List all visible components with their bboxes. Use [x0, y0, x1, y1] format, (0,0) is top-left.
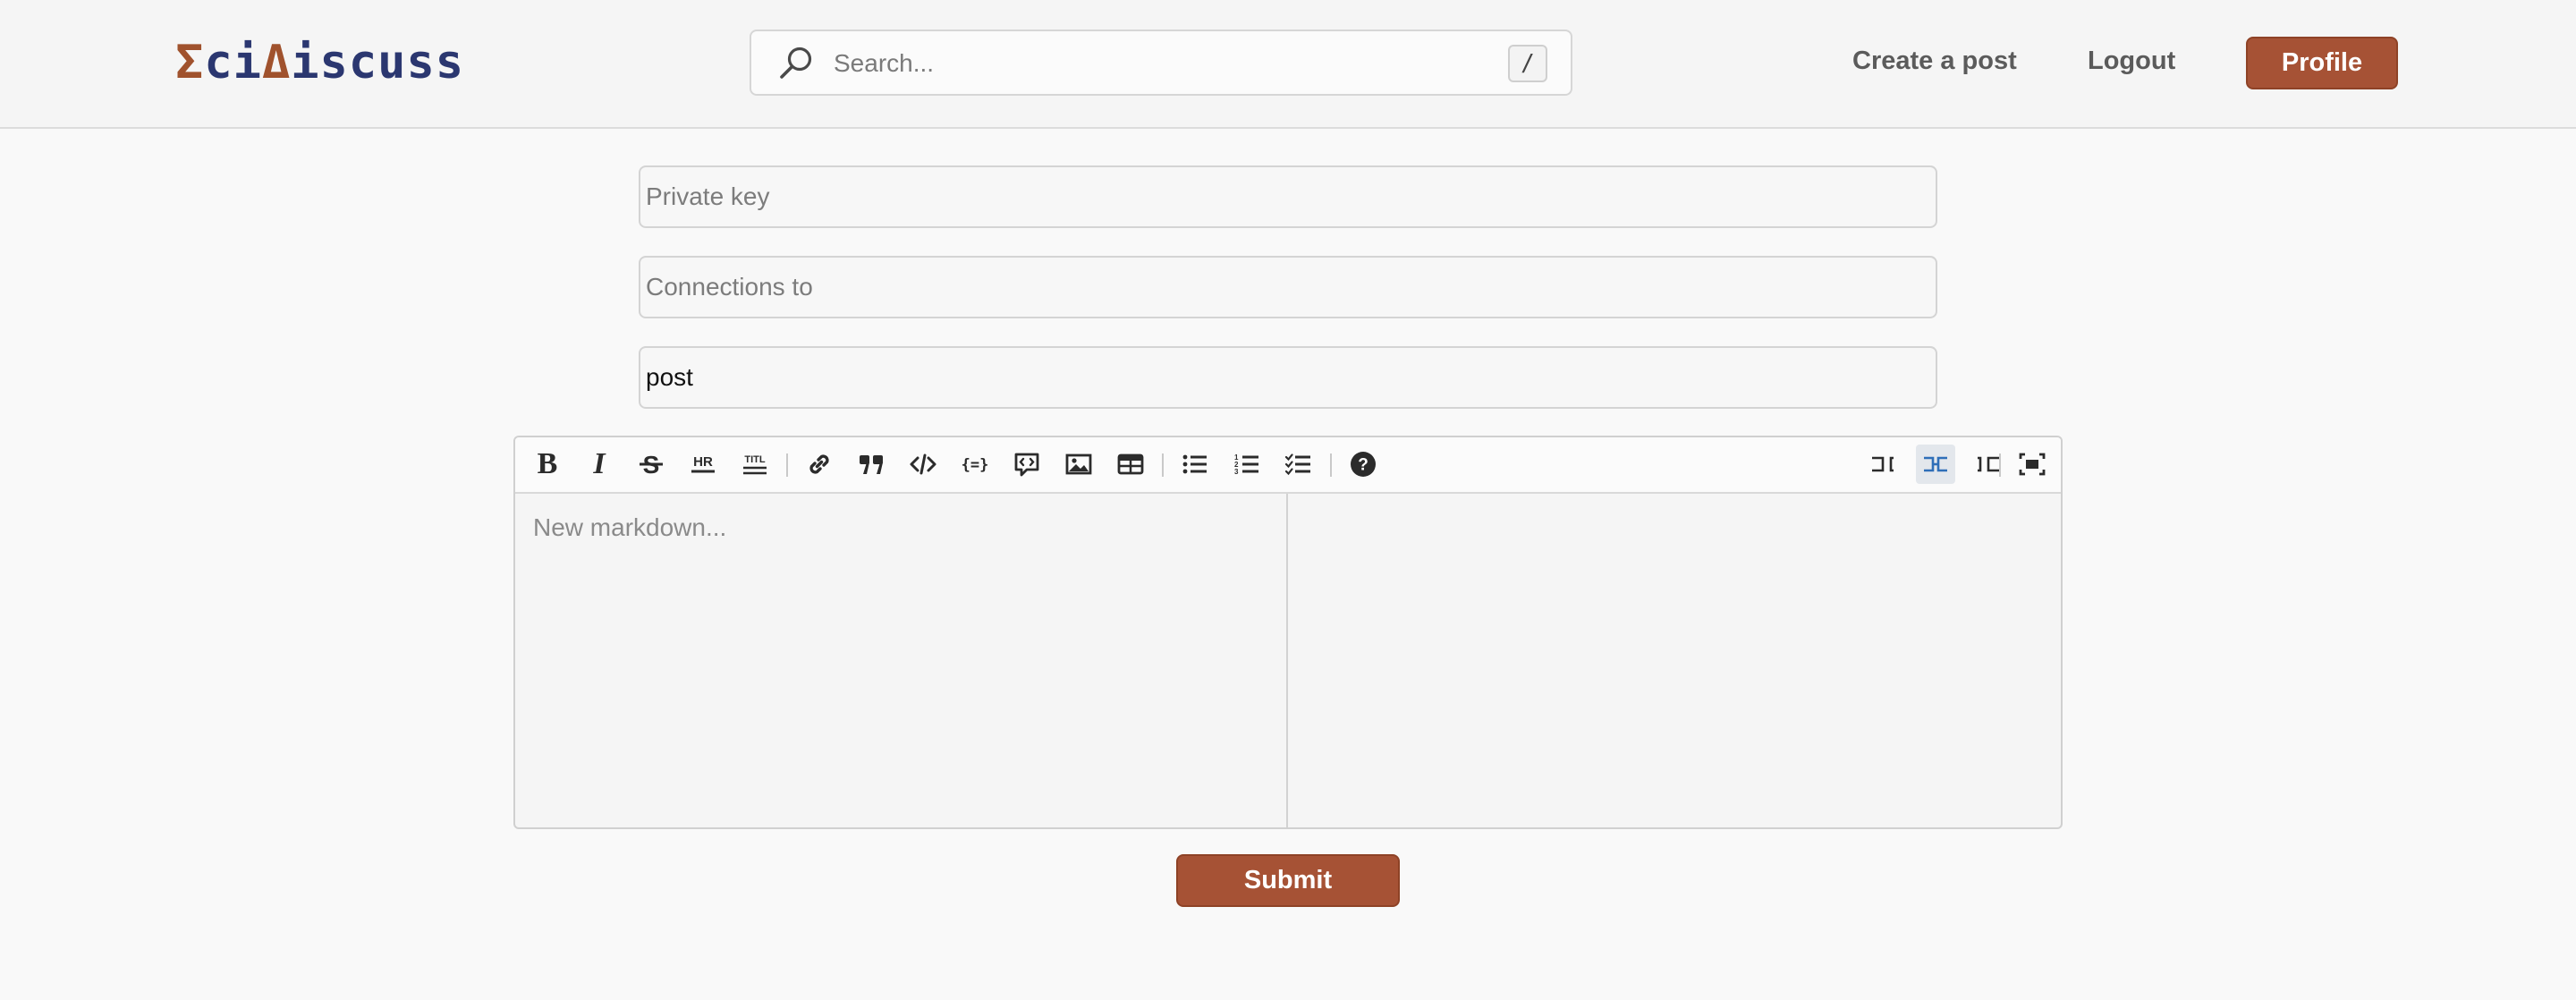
- fullscreen-icon[interactable]: [2012, 445, 2052, 484]
- submit-button[interactable]: Submit: [1176, 854, 1400, 907]
- toolbar-separator: [786, 453, 788, 477]
- title-icon[interactable]: TITL: [735, 445, 775, 484]
- logo-delta: Δ: [261, 36, 292, 89]
- logo-text-ci: ci: [204, 36, 262, 89]
- image-icon[interactable]: [1059, 445, 1098, 484]
- comment-icon[interactable]: [1007, 445, 1046, 484]
- toolbar-separator: [1162, 453, 1164, 477]
- post-type-input[interactable]: [639, 346, 1937, 409]
- search-box[interactable]: /: [750, 30, 1572, 96]
- toolbar-separator: [1999, 453, 2001, 477]
- editor-toolbar: B I S HR TITL {=} 1 2 3 ?: [515, 437, 2061, 494]
- code-block-icon[interactable]: {=}: [955, 445, 995, 484]
- markdown-input-pane: [515, 494, 1288, 827]
- markdown-preview-pane: [1290, 494, 2061, 827]
- svg-text:TITL: TITL: [744, 454, 765, 465]
- logo-sigma: Σ: [175, 36, 205, 89]
- ordered-list-icon[interactable]: 123: [1227, 445, 1267, 484]
- markdown-textarea[interactable]: [515, 494, 1286, 827]
- svg-text:3: 3: [1234, 468, 1239, 476]
- quote-icon[interactable]: [852, 445, 891, 484]
- help-icon[interactable]: ?: [1343, 445, 1383, 484]
- preview-only-view-icon[interactable]: [1968, 445, 2007, 484]
- private-key-input[interactable]: [639, 165, 1937, 228]
- task-list-icon[interactable]: [1279, 445, 1318, 484]
- search-input[interactable]: [834, 42, 1460, 85]
- strikethrough-icon[interactable]: S: [631, 445, 671, 484]
- unordered-list-icon[interactable]: [1175, 445, 1215, 484]
- site-logo[interactable]: ΣciΔiscuss: [175, 36, 464, 89]
- italic-icon[interactable]: I: [580, 445, 619, 484]
- link-icon[interactable]: [800, 445, 839, 484]
- search-shortcut-key: /: [1508, 45, 1547, 82]
- split-view-icon[interactable]: [1916, 445, 1955, 484]
- editor-only-view-icon[interactable]: [1864, 445, 1903, 484]
- bold-icon[interactable]: B: [528, 445, 567, 484]
- table-icon[interactable]: [1111, 445, 1150, 484]
- logout-link[interactable]: Logout: [2088, 43, 2175, 79]
- code-icon[interactable]: [903, 445, 943, 484]
- svg-text:HR: HR: [693, 454, 713, 470]
- svg-text:{=}: {=}: [962, 456, 989, 474]
- create-post-link[interactable]: Create a post: [1852, 43, 2017, 79]
- logo-text-iscuss: iscuss: [291, 36, 465, 89]
- profile-button[interactable]: Profile: [2246, 37, 2398, 89]
- svg-text:?: ?: [1358, 456, 1368, 475]
- markdown-editor: B I S HR TITL {=} 1 2 3 ? New markdown..…: [513, 436, 2063, 829]
- top-navbar: ΣciΔiscuss / Create a post Logout Profil…: [0, 0, 2576, 129]
- horizontal-rule-icon[interactable]: HR: [683, 445, 723, 484]
- connections-to-input[interactable]: [639, 256, 1937, 318]
- toolbar-separator: [1330, 453, 1332, 477]
- search-icon: [776, 44, 816, 83]
